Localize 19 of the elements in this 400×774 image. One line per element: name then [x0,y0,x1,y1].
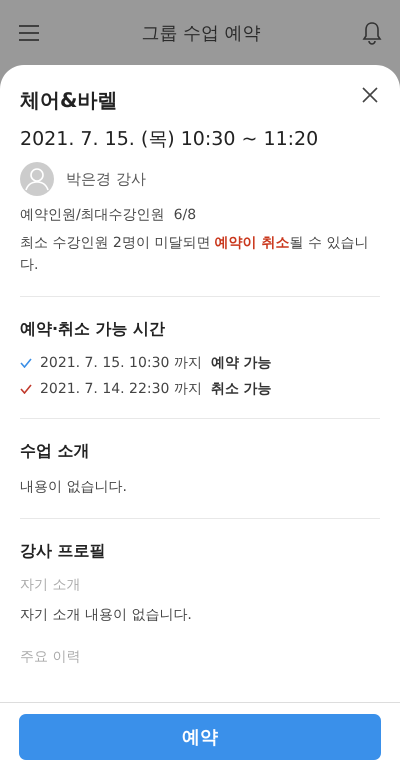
capacity-text: 예약인원/최대수강인원 6/8 [20,206,198,225]
avatar-icon [20,162,54,196]
section-title: 예약·취소 가능 시간 [20,319,166,340]
page-title: 그룹 수업 예약 [141,22,261,44]
field-label: 자기 소개 [20,576,82,594]
section-title: 강사 프로필 [20,541,107,562]
class-datetime: 2021. 7. 15. (목) 10:30 ~ 11:20 [20,127,320,152]
intro-text: 내용이 없습니다. [20,478,128,497]
section-title: 수업 소개 [20,441,91,462]
instructor-name: 박은경 강사 [66,170,146,188]
field-label: 주요 이력 [20,648,82,666]
bell-icon[interactable] [362,20,382,44]
deadline-text: 2021. 7. 14. 22:30 까지 취소 가능 [40,380,272,398]
cancel-notice: 최소 수강인원 2명이 미달되면 예약이 취소될 수 있습니다. [20,234,370,275]
class-title: 체어&바렐 [20,87,118,114]
profile-text: 자기 소개 내용이 없습니다. [20,606,193,625]
deadline-text: 2021. 7. 15. 10:30 까지 예약 가능 [40,354,272,372]
reserve-button[interactable]: 예약 [19,714,381,760]
menu-icon[interactable] [18,24,40,42]
